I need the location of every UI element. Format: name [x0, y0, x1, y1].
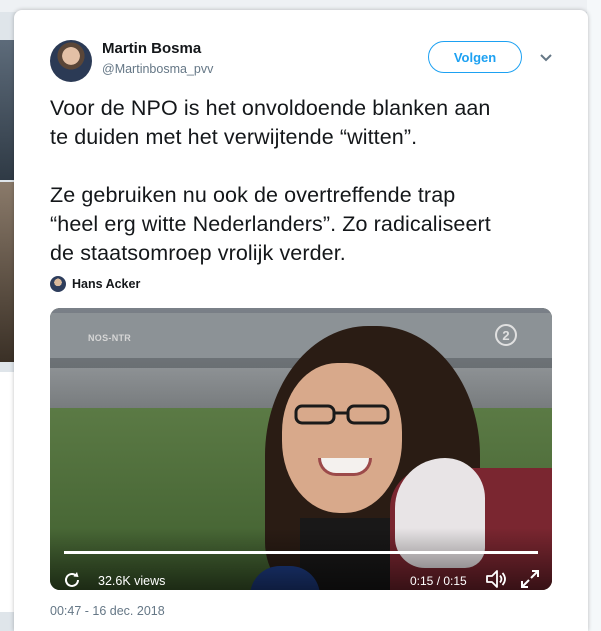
backdrop-article: [0, 372, 14, 612]
author-name[interactable]: Martin Bosma: [102, 40, 201, 57]
volume-icon[interactable]: [484, 568, 508, 590]
tagged-user-name: Hans Acker: [72, 277, 141, 291]
video-time: 0:15 / 0:15: [410, 574, 467, 588]
tagged-user[interactable]: Hans Acker: [50, 275, 140, 293]
tweet-text: Voor de NPO is het onvoldoende blanken a…: [50, 94, 570, 268]
tweet-timestamp[interactable]: 00:47 - 16 dec. 2018: [50, 604, 165, 618]
chevron-down-icon[interactable]: [539, 53, 553, 63]
replay-icon[interactable]: [62, 570, 82, 590]
backdrop-photo: [0, 40, 14, 180]
svg-text:2: 2: [502, 328, 509, 343]
view-count: 32.6K views: [98, 574, 166, 588]
tweet-card: Martin Bosma @Martinbosma_pvv Volgen Voo…: [14, 10, 588, 631]
tweet-text-line: de staatsomroep vrolijk verder.: [50, 241, 346, 265]
tweet-text-line: Voor de NPO is het onvoldoende blanken a…: [50, 96, 491, 120]
follow-button[interactable]: Volgen: [428, 41, 522, 73]
video-frame-face: [282, 363, 402, 513]
video-progress-fill: [64, 551, 538, 554]
video-frame-glasses: [294, 404, 390, 425]
tweet-text-line: te duiden met het verwijtende “witten”.: [50, 125, 418, 149]
video-progress-bar[interactable]: [64, 551, 538, 554]
backdrop-side: [587, 0, 601, 631]
tweet-text-line: Ze gebruiken nu ook de overtreffende tra…: [50, 183, 456, 207]
video-watermark: NOS-NTR: [88, 333, 132, 343]
fullscreen-icon[interactable]: [520, 569, 540, 589]
author-avatar[interactable]: [50, 40, 92, 82]
tweet-text-line: “heel erg witte Nederlanders”. Zo radica…: [50, 212, 491, 236]
channel-logo-icon: 2: [495, 324, 517, 346]
backdrop-photo: [0, 182, 14, 362]
video-player[interactable]: NOS-NTR 2 32.6K views 0:15 / 0:15: [50, 308, 552, 590]
tagged-user-avatar: [50, 276, 66, 292]
author-handle[interactable]: @Martinbosma_pvv: [102, 62, 213, 76]
